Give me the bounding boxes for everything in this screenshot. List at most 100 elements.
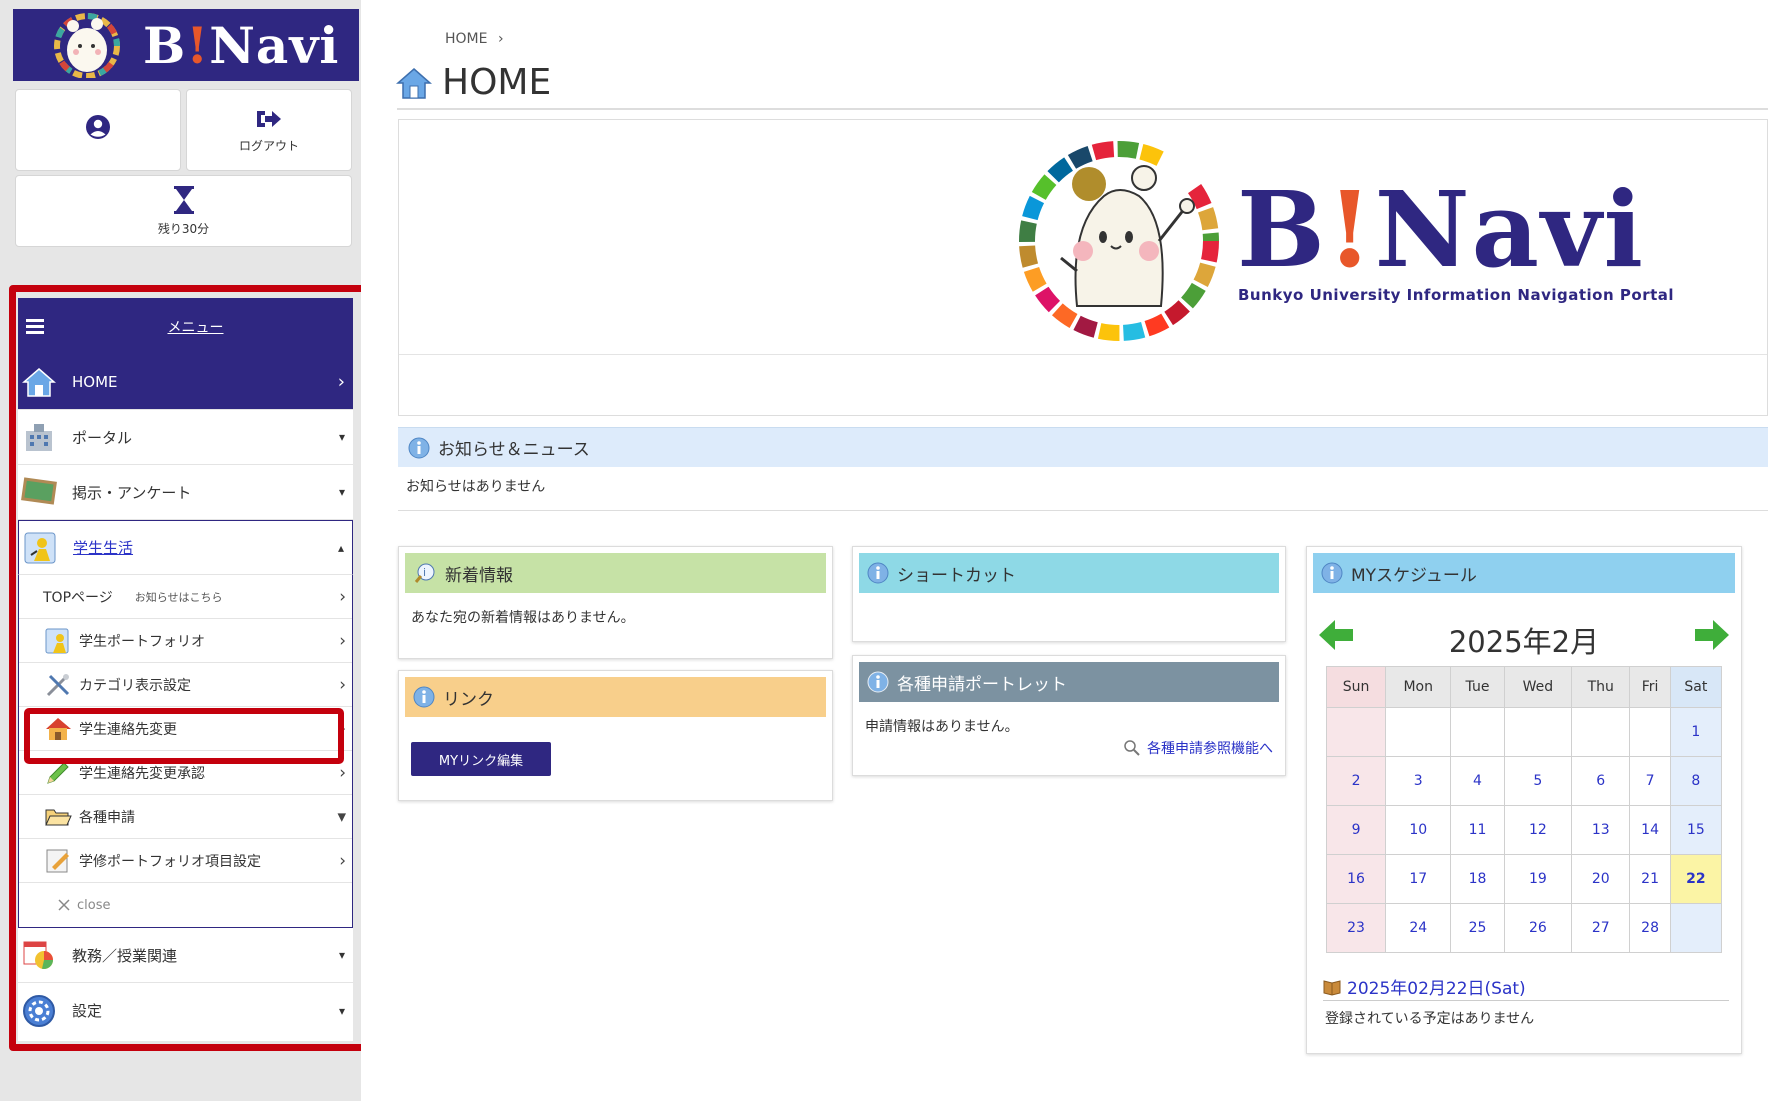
menu-item-label: 掲示・アンケート [72,483,192,502]
links-header: リンク [405,677,826,717]
selected-date: 2025年02月22日(Sat) [1347,979,1526,999]
user-profile-button[interactable] [15,89,181,171]
menu-item-academic[interactable]: 教務／授業関連 ▾ [18,928,353,983]
calendar-day[interactable]: 22 [1669,854,1723,904]
home-icon [20,364,58,400]
settings-icon [20,993,58,1029]
info-icon [1321,562,1343,584]
calendar-day[interactable]: 21 [1629,854,1671,904]
side-menu: メニュー HOME › ポータル ▾ 掲示・アンケート ▾ 学生生活 ▴ TOP… [18,298,353,1041]
applications-reference-link[interactable]: 各種申請参照機能へ [1123,738,1273,758]
mascot-logo-icon [45,12,129,79]
calendar-day[interactable]: 25 [1450,903,1505,953]
portfolio-icon [43,626,73,656]
calendar-empty-cell [1669,903,1723,953]
menu-header[interactable]: メニュー [18,298,353,355]
menu-title: メニュー [167,319,224,336]
weekday-header: Fri [1629,666,1671,708]
calendar-day[interactable]: 27 [1571,903,1631,953]
search-icon [1124,740,1140,756]
next-month-arrow-icon[interactable] [1693,618,1731,652]
shortcut-card: ショートカット [852,546,1286,642]
submenu-item-applications[interactable]: 各種申請 ▾ [19,795,352,839]
weekday-header: Wed [1503,666,1573,708]
calendar-day[interactable]: 1 [1669,707,1723,757]
calendar-day[interactable]: 26 [1503,903,1573,953]
menu-item-label: HOME [72,373,118,391]
new-info-empty-text: あなた宛の新着情報はありません。 [411,610,635,626]
links-title: リンク [443,689,494,710]
calendar-day[interactable]: 17 [1385,854,1452,904]
submenu-item-label: カテゴリ表示設定 [79,677,191,694]
session-timer-button[interactable]: 残り30分 [15,175,352,247]
calendar-day[interactable]: 8 [1669,756,1723,806]
submenu-item-top-page[interactable]: TOPページ お知らせはこちら › [19,575,352,619]
home-icon [396,67,432,99]
calendar-day[interactable]: 16 [1325,854,1387,904]
logout-button[interactable]: ログアウト [186,89,352,171]
calendar-day[interactable]: 2 [1325,756,1387,806]
calendar-day[interactable]: 15 [1669,805,1723,855]
calendar-week-row: 9 10 11 12 13 14 15 [1325,805,1723,855]
tools-icon [43,670,73,700]
submenu-item-category-settings[interactable]: カテゴリ表示設定 › [19,663,352,707]
calendar-week-row: 23 24 25 26 27 28 [1325,903,1723,953]
svg-text:i: i [423,566,426,579]
breadcrumb: HOME › [445,31,504,47]
submenu-item-study-portfolio-settings[interactable]: 学修ポートフォリオ項目設定 › [19,839,352,883]
breadcrumb-home[interactable]: HOME [445,31,487,47]
menu-item-bulletin[interactable]: 掲示・アンケート ▾ [18,465,353,520]
menu-item-portal[interactable]: ポータル ▾ [18,410,353,465]
calendar-day[interactable]: 19 [1503,854,1573,904]
calendar-day[interactable]: 12 [1503,805,1573,855]
calendar-day[interactable]: 4 [1450,756,1505,806]
book-icon [1323,979,1341,996]
weekday-header: Sat [1669,666,1723,708]
calendar-day[interactable]: 23 [1325,903,1387,953]
info-icon [867,671,889,693]
menu-item-label: 学生生活 [73,539,134,557]
calendar-day[interactable]: 11 [1450,805,1505,855]
calendar-day[interactable]: 28 [1629,903,1671,953]
submenu-close-button[interactable]: close [19,883,352,927]
calendar-day[interactable]: 18 [1450,854,1505,904]
weekday-header: Tue [1450,666,1505,708]
contact-change-highlight [24,708,344,764]
calendar-day[interactable]: 7 [1629,756,1671,806]
calendar-day[interactable]: 20 [1571,854,1631,904]
calendar-day[interactable]: 6 [1571,756,1631,806]
main-content: HOME › HOME B!Navi Bunkyo University Inf… [361,0,1768,1101]
menu-item-settings[interactable]: 設定 ▾ [18,983,353,1038]
edit-my-links-button[interactable]: MYリンク編集 [411,742,551,776]
applications-title: 各種申請ポートレット [897,674,1067,695]
submenu-item-note: お知らせはこちら [134,590,223,604]
close-icon [58,899,70,911]
calendar-day[interactable]: 9 [1325,805,1387,855]
submenu-item-label: 学生ポートフォリオ [79,633,205,650]
calendar-day[interactable]: 14 [1629,805,1671,855]
calendar-empty-cell [1629,707,1671,757]
chevron-right-icon: › [339,586,346,607]
banner-subtitle: Bunkyo University Information Navigation… [1238,286,1675,304]
submenu-item-student-portfolio[interactable]: 学生ポートフォリオ › [19,619,352,663]
submenu-item-label: TOPページ [43,589,113,606]
calendar-day[interactable]: 3 [1385,756,1452,806]
board-icon [20,474,58,510]
hourglass-icon [173,185,194,214]
calendar-day[interactable]: 5 [1503,756,1573,806]
schedule-empty-text: 登録されている予定はありません [1325,1011,1535,1027]
calendar-day[interactable]: 13 [1571,805,1631,855]
menu-item-student-life[interactable]: 学生生活 ▴ [18,520,353,575]
menu-item-label: 教務／授業関連 [72,946,178,965]
menu-item-home[interactable]: HOME › [18,355,353,410]
chevron-down-icon: ▾ [337,806,346,827]
my-schedule-card: MYスケジュール 2025年2月 Sun Mon Tue Wed Thu Fri Sat 1… [1306,546,1742,1054]
calendar-day[interactable]: 24 [1385,903,1452,953]
calendar-day[interactable]: 10 [1385,805,1452,855]
sidebar: B!Navi ログアウト 残り30分 メニュー HOME › ポータル ▾ 掲示… [0,0,368,1101]
news-empty-text: お知らせはありません [406,479,546,495]
banner-divider [399,354,1767,355]
chevron-down-icon: ▾ [338,430,345,444]
app-logo[interactable]: B!Navi [13,9,359,81]
calendar-month-title: 2025年2月 [1448,625,1600,659]
